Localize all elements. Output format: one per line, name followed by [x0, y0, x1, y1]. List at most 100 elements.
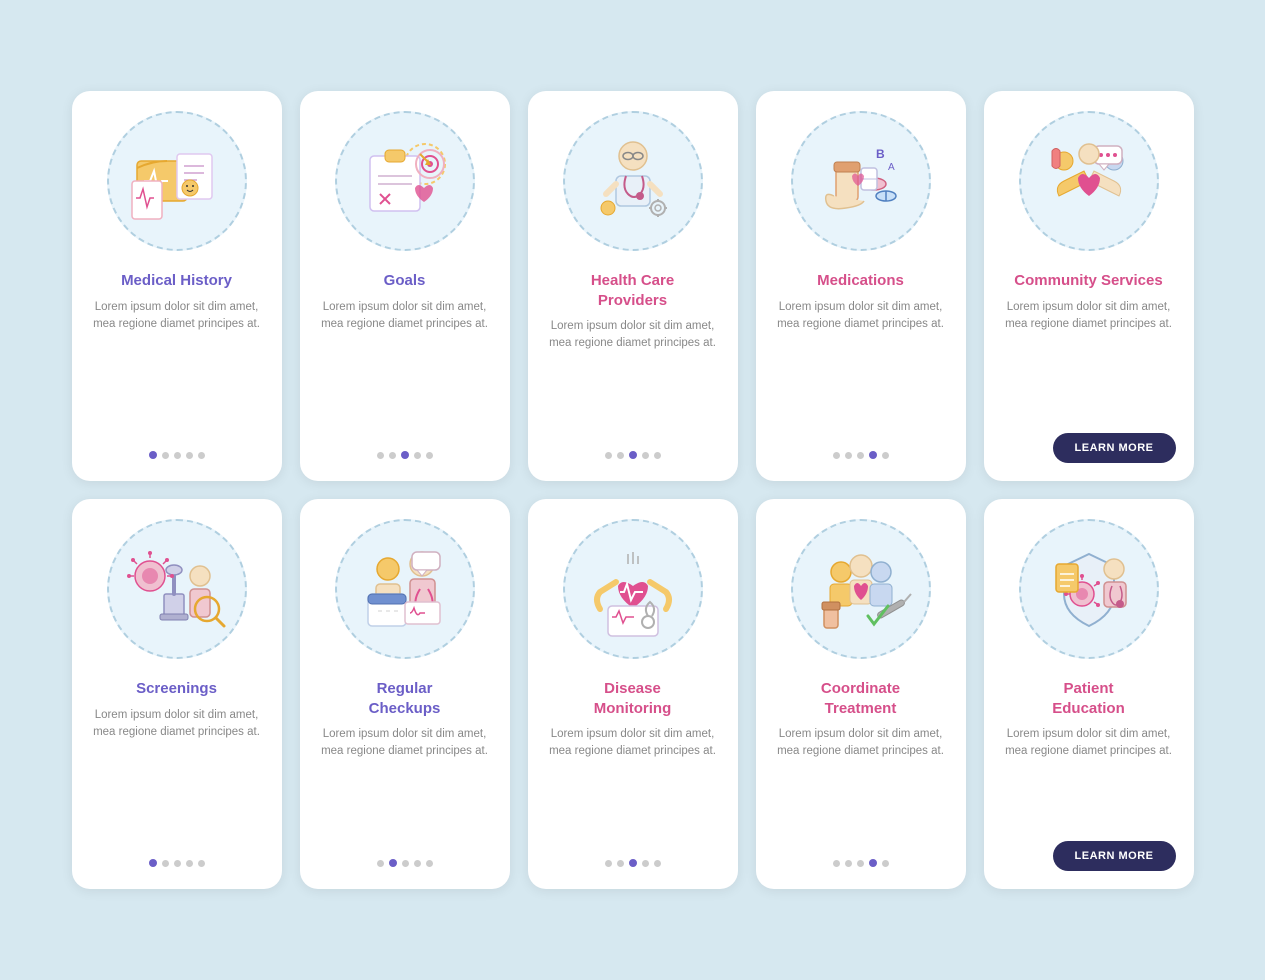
- card-title: DiseaseMonitoring: [578, 679, 687, 726]
- dot: [402, 860, 409, 867]
- card-goals: Goals Lorem ipsum dolor sit dim amet, me…: [300, 91, 510, 481]
- card-patient-education: PatientEducation Lorem ipsum dolor sit d…: [984, 499, 1194, 889]
- dot: [845, 860, 852, 867]
- icon-circle: [335, 111, 475, 251]
- icon-circle: B A: [791, 111, 931, 251]
- coordinate-treatment-icon: [806, 534, 916, 644]
- disease-monitoring-icon: [578, 534, 688, 644]
- card-dots: [149, 451, 205, 459]
- dot: [869, 451, 877, 459]
- card-icon-area: B A: [756, 91, 966, 271]
- dot: [833, 860, 840, 867]
- card-icon-area: [300, 91, 510, 271]
- dot: [845, 452, 852, 459]
- card-desc: Lorem ipsum dolor sit dim amet, mea regi…: [528, 318, 738, 437]
- dot: [857, 860, 864, 867]
- dot: [377, 860, 384, 867]
- dot: [426, 860, 433, 867]
- dot: [162, 452, 169, 459]
- card-desc: Lorem ipsum dolor sit dim amet, mea regi…: [72, 299, 282, 438]
- dot: [869, 859, 877, 867]
- health-care-providers-icon: [578, 126, 688, 236]
- dot: [654, 860, 661, 867]
- icon-circle: [563, 111, 703, 251]
- learn-more-button-2[interactable]: LEARN MORE: [1053, 841, 1176, 871]
- dot: [629, 451, 637, 459]
- dot: [882, 860, 889, 867]
- regular-checkups-icon: [350, 534, 460, 644]
- svg-text:B: B: [876, 147, 885, 161]
- dot: [186, 860, 193, 867]
- dot: [149, 859, 157, 867]
- patient-education-icon: [1034, 534, 1144, 644]
- card-icon-area: [72, 499, 282, 679]
- card-desc: Lorem ipsum dolor sit dim amet, mea regi…: [300, 299, 510, 438]
- icon-circle: [563, 519, 703, 659]
- card-icon-area: [984, 499, 1194, 679]
- svg-text:A: A: [888, 162, 895, 173]
- dot: [629, 859, 637, 867]
- dot: [389, 859, 397, 867]
- dot: [617, 860, 624, 867]
- dot: [605, 452, 612, 459]
- dot: [198, 452, 205, 459]
- dot: [414, 860, 421, 867]
- card-icon-area: [984, 91, 1194, 271]
- card-title: Medications: [801, 271, 920, 299]
- dot: [389, 452, 396, 459]
- dot: [605, 860, 612, 867]
- card-dots: [833, 451, 889, 459]
- card-icon-area: [300, 499, 510, 679]
- goals-icon: [350, 126, 460, 236]
- card-title: Medical History: [105, 271, 248, 299]
- dot: [174, 452, 181, 459]
- card-desc: Lorem ipsum dolor sit dim amet, mea regi…: [756, 299, 966, 438]
- dot: [426, 452, 433, 459]
- card-desc: Lorem ipsum dolor sit dim amet, mea regi…: [984, 726, 1194, 829]
- dot: [833, 452, 840, 459]
- medications-icon: B A: [806, 126, 916, 236]
- icon-circle: [107, 111, 247, 251]
- community-services-icon: [1034, 126, 1144, 236]
- icon-circle: [107, 519, 247, 659]
- screenings-icon: [122, 534, 232, 644]
- card-disease-monitoring: DiseaseMonitoring Lorem ipsum dolor sit …: [528, 499, 738, 889]
- card-icon-area: [756, 499, 966, 679]
- card-regular-checkups: RegularCheckups Lorem ipsum dolor sit di…: [300, 499, 510, 889]
- card-title: CoordinateTreatment: [805, 679, 916, 726]
- dot: [857, 452, 864, 459]
- card-desc: Lorem ipsum dolor sit dim amet, mea regi…: [528, 726, 738, 845]
- card-dots: [149, 859, 205, 867]
- card-icon-area: [528, 91, 738, 271]
- dot: [654, 452, 661, 459]
- card-coordinate-treatment: CoordinateTreatment Lorem ipsum dolor si…: [756, 499, 966, 889]
- dot: [401, 451, 409, 459]
- dot: [642, 452, 649, 459]
- card-desc: Lorem ipsum dolor sit dim amet, mea regi…: [756, 726, 966, 845]
- card-icon-area: [528, 499, 738, 679]
- card-community-services: Community Services Lorem ipsum dolor sit…: [984, 91, 1194, 481]
- card-title: Goals: [368, 271, 442, 299]
- icon-circle: [1019, 519, 1159, 659]
- dot: [882, 452, 889, 459]
- icon-circle: [1019, 111, 1159, 251]
- card-screenings: Screenings Lorem ipsum dolor sit dim ame…: [72, 499, 282, 889]
- card-dots: [377, 451, 433, 459]
- card-medical-history: Medical History Lorem ipsum dolor sit di…: [72, 91, 282, 481]
- card-title: RegularCheckups: [353, 679, 457, 726]
- card-icon-area: [72, 91, 282, 271]
- card-title: PatientEducation: [1036, 679, 1141, 726]
- card-title: Health CareProviders: [575, 271, 690, 318]
- dot: [617, 452, 624, 459]
- dot: [642, 860, 649, 867]
- dot: [149, 451, 157, 459]
- card-title: Community Services: [998, 271, 1178, 299]
- icon-circle: [335, 519, 475, 659]
- card-desc: Lorem ipsum dolor sit dim amet, mea regi…: [984, 299, 1194, 422]
- dot: [198, 860, 205, 867]
- card-grid: Medical History Lorem ipsum dolor sit di…: [72, 91, 1194, 889]
- learn-more-button[interactable]: LEARN MORE: [1053, 433, 1176, 463]
- dot: [162, 860, 169, 867]
- card-dots: [377, 859, 433, 867]
- icon-circle: [791, 519, 931, 659]
